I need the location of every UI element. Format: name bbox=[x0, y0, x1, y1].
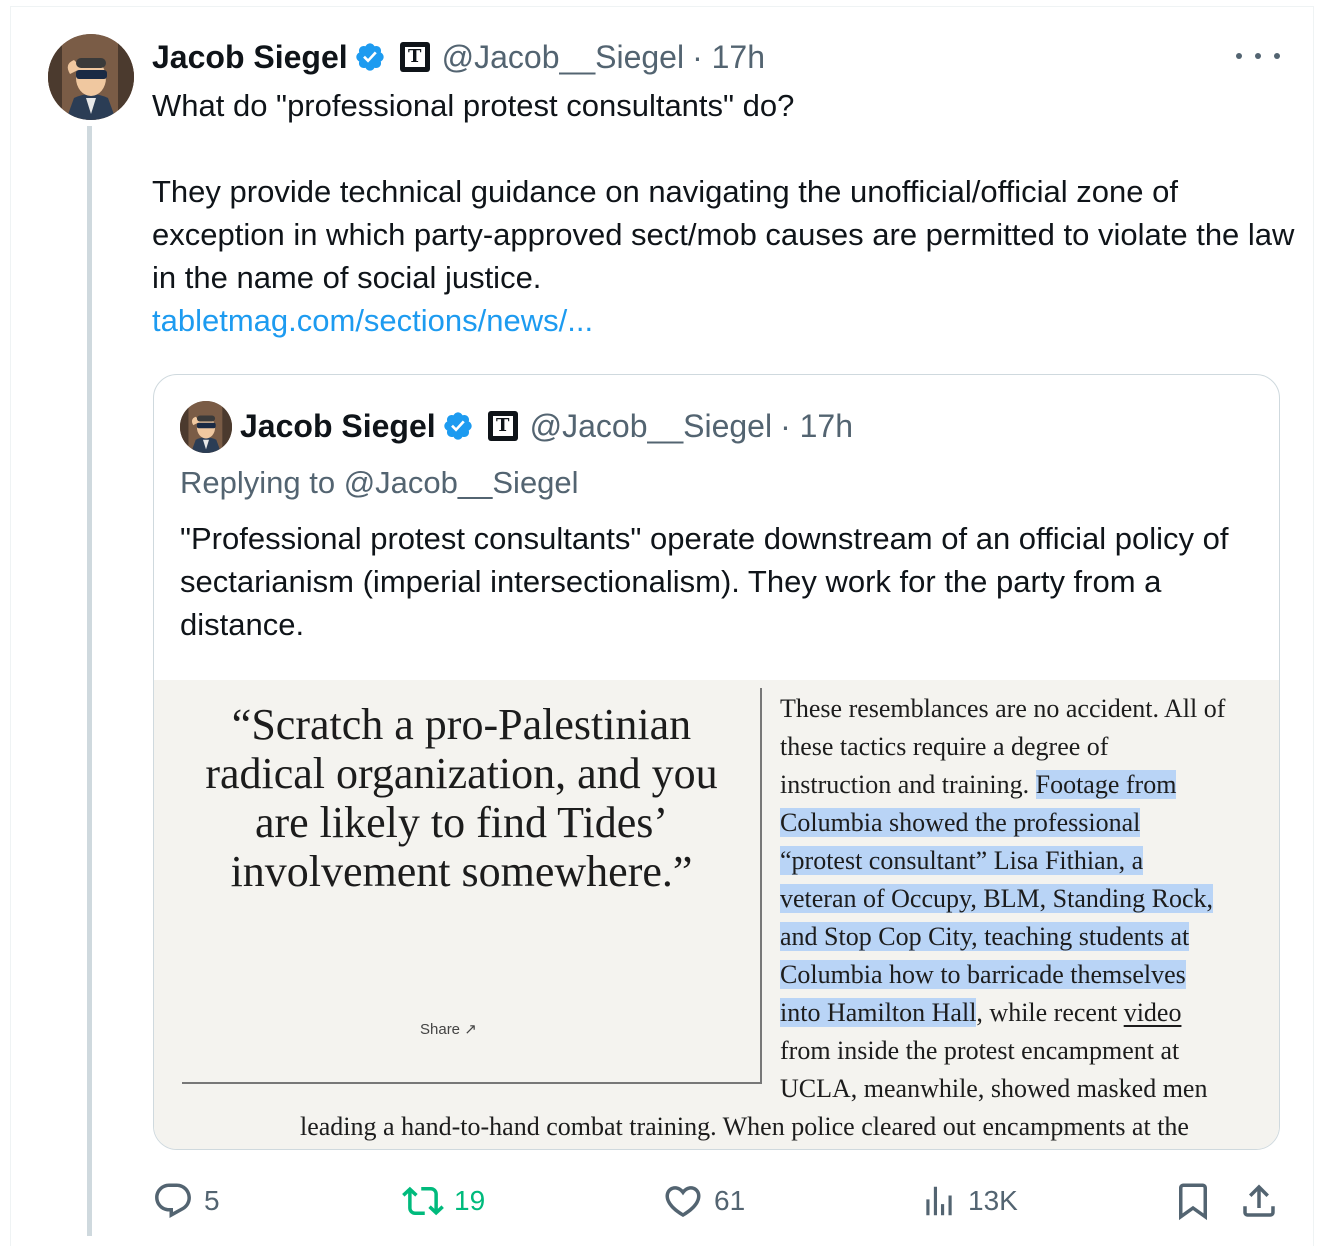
article-line: these tactics require a degree of bbox=[780, 732, 1109, 761]
tweet-text: What do "professional protest consultant… bbox=[152, 88, 1295, 295]
tweet-timestamp[interactable]: · 17h bbox=[692, 39, 765, 76]
repost-count: 19 bbox=[454, 1185, 486, 1216]
affiliation-badge-letter: T bbox=[404, 47, 425, 67]
highlighted-text: Columbia showed the professional bbox=[780, 808, 1141, 837]
article-line: “protest consultant” Lisa Fithian, a bbox=[780, 842, 1279, 880]
article-underlined-text: video bbox=[1123, 998, 1182, 1027]
verified-badge-icon bbox=[354, 41, 386, 73]
highlighted-text: veteran of Occupy, BLM, Standing Rock, bbox=[780, 884, 1213, 913]
replying-to-label: Replying to @Jacob__Siegel bbox=[180, 465, 579, 500]
author-name[interactable]: Jacob Siegel bbox=[152, 39, 348, 76]
article-line: into Hamilton Hall, while recent video bbox=[780, 994, 1279, 1032]
share-button[interactable] bbox=[1238, 1176, 1280, 1226]
views-count: 13K bbox=[968, 1185, 1018, 1216]
tweet-body: What do "professional protest consultant… bbox=[152, 84, 1302, 342]
thread-connector-line bbox=[87, 126, 92, 1236]
article-line: Columbia how to barricade themselves bbox=[780, 956, 1279, 994]
repost-icon bbox=[402, 1186, 444, 1216]
article-text: instruction and training. bbox=[780, 770, 1036, 799]
bookmark-icon bbox=[1179, 1183, 1207, 1221]
verified-badge-icon bbox=[442, 410, 474, 442]
highlighted-text: “protest consultant” Lisa Fithian, a bbox=[780, 846, 1144, 875]
article-text: , while recent bbox=[976, 998, 1124, 1027]
highlighted-text: into Hamilton Hall bbox=[780, 998, 977, 1027]
views-icon bbox=[926, 1186, 952, 1216]
affiliation-badge-icon: T bbox=[487, 411, 518, 441]
share-label: Share ↗ bbox=[420, 1021, 477, 1038]
article-line: leading a hand-to-hand combat training. … bbox=[300, 1112, 1189, 1141]
quoted-text: "Professional protest consultants" opera… bbox=[180, 521, 1229, 642]
views-button[interactable]: 13K bbox=[920, 1176, 1018, 1226]
affiliation-badge-letter: T bbox=[492, 416, 513, 436]
share-icon bbox=[1243, 1184, 1275, 1217]
highlighted-text: Footage from bbox=[1035, 770, 1177, 799]
article-line: veteran of Occupy, BLM, Standing Rock, bbox=[780, 880, 1279, 918]
article-line: Columbia showed the professional bbox=[780, 804, 1279, 842]
tweet-header: Jacob Siegel T @Jacob__Siegel · 17h bbox=[152, 34, 765, 80]
article-line: from inside the protest encampment at bbox=[780, 1036, 1180, 1065]
article-line: These resemblances are no accident. All … bbox=[780, 694, 1226, 723]
article-line: UCLA, meanwhile, showed masked men bbox=[780, 1074, 1208, 1103]
quoted-author-handle: @Jacob__Siegel bbox=[529, 407, 773, 444]
quoted-timestamp: · 17h bbox=[780, 407, 853, 444]
avatar[interactable] bbox=[48, 34, 134, 120]
article-link[interactable]: tabletmag.com/sections/news/... bbox=[152, 303, 593, 338]
quoted-author-name: Jacob Siegel bbox=[240, 407, 436, 444]
quoted-header: Jacob Siegel T @Jacob__Siegel · 17h bbox=[240, 403, 853, 449]
action-bar: 5 19 61 13K bbox=[152, 1176, 1282, 1226]
affiliation-badge-icon[interactable]: T bbox=[399, 42, 430, 72]
more-options-icon[interactable] bbox=[1236, 40, 1280, 72]
reply-count: 5 bbox=[204, 1185, 220, 1216]
article-line: instruction and training. Footage from bbox=[780, 766, 1279, 804]
article-line: and Stop Cop City, teaching students at bbox=[780, 918, 1279, 956]
reply-icon bbox=[155, 1183, 191, 1218]
bookmark-button[interactable] bbox=[1172, 1176, 1214, 1226]
quoted-avatar[interactable] bbox=[180, 401, 232, 453]
quoted-tweet[interactable]: Jacob Siegel T @Jacob__Siegel · 17h Repl… bbox=[153, 374, 1280, 1150]
highlighted-text: and Stop Cop City, teaching students at bbox=[780, 922, 1190, 951]
like-count: 61 bbox=[714, 1185, 746, 1216]
like-button[interactable]: 61 bbox=[662, 1176, 745, 1226]
highlighted-text: Columbia how to barricade themselves bbox=[780, 960, 1186, 989]
reply-button[interactable]: 5 bbox=[152, 1176, 220, 1226]
heart-icon bbox=[665, 1186, 701, 1218]
column-divider bbox=[760, 688, 762, 1084]
article-excerpt: These resemblances are no accident. All … bbox=[780, 690, 1279, 1108]
avatar-illustration bbox=[48, 34, 134, 120]
article-screenshot-image[interactable]: “Scratch a pro-Palestinian radical organ… bbox=[154, 680, 1279, 1149]
divider bbox=[182, 1082, 762, 1084]
pull-quote: “Scratch a pro-Palestinian radical organ… bbox=[205, 700, 718, 896]
author-handle[interactable]: @Jacob__Siegel bbox=[442, 39, 684, 76]
repost-button[interactable]: 19 bbox=[402, 1176, 485, 1226]
quoted-avatar-illustration bbox=[180, 401, 232, 453]
